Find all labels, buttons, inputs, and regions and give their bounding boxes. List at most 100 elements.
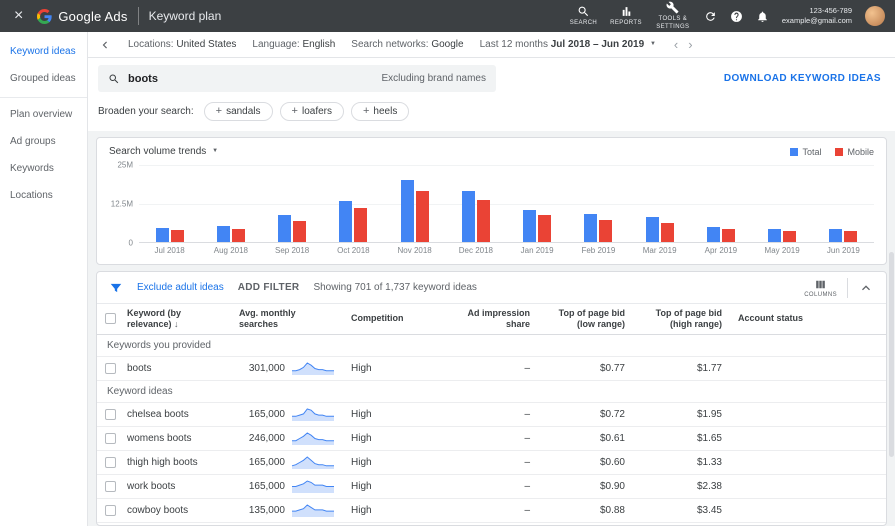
google-ads-brand[interactable]: Google Ads xyxy=(37,8,128,24)
tools-settings-nav-button[interactable]: TOOLS & SETTINGS xyxy=(655,1,691,31)
vertical-scrollbar[interactable] xyxy=(889,252,894,457)
bar-mobile-mar-2019[interactable] xyxy=(660,223,674,242)
sparkline-chart xyxy=(292,361,334,375)
next-period-icon[interactable]: › xyxy=(686,37,694,52)
reports-nav-label: REPORTS xyxy=(610,19,642,26)
filter-icon[interactable] xyxy=(109,281,123,295)
bar-total-apr-2019[interactable] xyxy=(706,227,720,242)
previous-period-icon[interactable]: ‹ xyxy=(672,37,680,52)
row-checkbox[interactable] xyxy=(105,456,116,468)
ad-impression-share-cell: – xyxy=(438,498,538,523)
bar-total-jan-2019[interactable] xyxy=(523,210,537,242)
back-icon[interactable] xyxy=(98,38,112,52)
top-of-page-bid-low-cell: $0.90 xyxy=(538,474,633,499)
top-of-page-bid-low-cell: $0.61 xyxy=(538,426,633,451)
x-tick-label: Jul 2018 xyxy=(154,246,185,255)
language-setting[interactable]: Language: English xyxy=(252,39,335,50)
chevron-up-icon[interactable] xyxy=(858,280,874,296)
row-checkbox[interactable] xyxy=(105,432,116,444)
bar-mobile-feb-2019[interactable] xyxy=(599,220,613,242)
column-header-ad-impression-share[interactable]: Ad impression share xyxy=(438,304,538,335)
brand-name: Google Ads xyxy=(58,8,128,24)
reports-nav-button[interactable]: REPORTS xyxy=(610,5,642,28)
close-icon[interactable]: × xyxy=(10,8,27,24)
checkbox-cell xyxy=(97,474,119,499)
bar-total-feb-2019[interactable] xyxy=(584,214,598,242)
bar-total-sep-2018[interactable] xyxy=(278,215,292,242)
search-nav-button[interactable]: SEARCH xyxy=(570,5,597,28)
keyword-search-input[interactable]: boots Excluding brand names xyxy=(98,65,496,92)
bar-mobile-sep-2018[interactable] xyxy=(293,221,307,242)
bar-mobile-jul-2018[interactable] xyxy=(170,230,184,242)
x-tick-label: Jun 2019 xyxy=(826,246,860,255)
legend-item-mobile[interactable]: Mobile xyxy=(835,147,874,157)
bar-mobile-jan-2019[interactable] xyxy=(538,215,552,242)
row-checkbox[interactable] xyxy=(105,504,116,516)
bar-group-feb-2019 xyxy=(568,165,629,242)
competition-cell: High xyxy=(343,402,438,427)
help-icon[interactable] xyxy=(730,10,743,23)
bar-mobile-aug-2018[interactable] xyxy=(231,229,245,242)
chart-type-dropdown[interactable]: Search volume trends ▼ xyxy=(109,146,218,157)
topbar: × Google Ads Keyword plan SEARCH REPORTS… xyxy=(0,0,895,32)
account-info[interactable]: 123-456-789 example@gmail.com xyxy=(782,6,852,26)
bar-mobile-may-2019[interactable] xyxy=(783,231,797,242)
bar-total-mar-2019[interactable] xyxy=(645,217,659,242)
legend-item-total[interactable]: Total xyxy=(790,147,821,157)
sidebar-item-grouped-ideas[interactable]: Grouped ideas xyxy=(0,65,87,92)
bar-total-may-2019[interactable] xyxy=(768,229,782,242)
broaden-search-row: Broaden your search: + sandals + loafers + he… xyxy=(98,102,885,121)
sidebar-item-keyword-ideas[interactable]: Keyword ideas xyxy=(0,38,87,65)
broaden-chip-sandals[interactable]: + sandals xyxy=(203,102,273,121)
account-status-cell xyxy=(730,450,886,475)
add-filter-button[interactable]: ADD FILTER xyxy=(238,282,300,293)
table-row-thigh-high-boots: thigh high boots 165,000 High – $0.60 $1.33 xyxy=(97,450,886,475)
row-checkbox[interactable] xyxy=(105,408,116,420)
refresh-icon[interactable] xyxy=(704,10,717,23)
broaden-chip-heels[interactable]: + heels xyxy=(350,102,410,121)
columns-button[interactable]: COLUMNS xyxy=(804,278,837,298)
notifications-bell-icon[interactable] xyxy=(756,10,769,23)
chevron-down-icon: ▼ xyxy=(649,41,656,48)
bar-total-oct-2018[interactable] xyxy=(339,201,353,242)
tools-settings-nav-label: TOOLS & SETTINGS xyxy=(656,16,690,30)
search-networks-setting[interactable]: Search networks: Google xyxy=(351,39,463,50)
column-header-account-status[interactable]: Account status xyxy=(730,304,886,335)
locations-setting[interactable]: Locations: United States xyxy=(128,39,236,50)
keyword-cell: boots xyxy=(119,356,231,381)
column-header-keyword-by-relevance[interactable]: Keyword (by relevance) ↓ xyxy=(119,304,231,335)
column-header-avg-monthly-searches[interactable]: Avg. monthly searches xyxy=(231,304,343,335)
select-all-checkbox[interactable] xyxy=(105,313,116,325)
bar-group-nov-2018 xyxy=(384,165,445,242)
bar-mobile-apr-2019[interactable] xyxy=(721,229,735,242)
date-range-dropdown[interactable]: Last 12 months Jul 2018 – Jun 2019 ▼ xyxy=(480,39,656,50)
header-checkbox-cell xyxy=(97,304,119,335)
bar-mobile-jun-2019[interactable] xyxy=(844,231,858,242)
download-keyword-ideas-button[interactable]: DOWNLOAD KEYWORD IDEAS xyxy=(724,73,885,84)
keyword-cell: womens boots xyxy=(119,426,231,451)
broaden-chip-loafers[interactable]: + loafers xyxy=(279,102,344,121)
bar-mobile-nov-2018[interactable] xyxy=(415,191,429,242)
bar-mobile-dec-2018[interactable] xyxy=(476,200,490,242)
bar-total-jul-2018[interactable] xyxy=(155,228,169,242)
bar-total-dec-2018[interactable] xyxy=(461,191,475,242)
row-checkbox[interactable] xyxy=(105,480,116,492)
bar-mobile-oct-2018[interactable] xyxy=(354,208,368,242)
sidebar-item-keywords[interactable]: Keywords xyxy=(0,155,87,182)
sidebar-item-plan-overview[interactable]: Plan overview xyxy=(0,97,87,128)
table-row-boots: boots 301,000 High – $0.77 $1.77 xyxy=(97,356,886,381)
sidebar-item-locations[interactable]: Locations xyxy=(0,182,87,209)
sidebar-item-ad-groups[interactable]: Ad groups xyxy=(0,128,87,155)
y-tick-label: 0 xyxy=(128,238,133,248)
chip-label: sandals xyxy=(226,106,261,117)
exclude-adult-ideas-link[interactable]: Exclude adult ideas xyxy=(137,282,224,293)
avatar[interactable] xyxy=(865,6,885,26)
column-header-top-of-page-bid-high-range[interactable]: Top of page bid (high range) xyxy=(633,304,730,335)
showing-count-text: Showing 701 of 1,737 keyword ideas xyxy=(313,282,477,293)
bar-total-nov-2018[interactable] xyxy=(400,180,414,242)
column-header-top-of-page-bid-low-range[interactable]: Top of page bid (low range) xyxy=(538,304,633,335)
bar-total-jun-2019[interactable] xyxy=(829,229,843,242)
column-header-competition[interactable]: Competition xyxy=(343,304,438,335)
bar-total-aug-2018[interactable] xyxy=(216,226,230,242)
row-checkbox[interactable] xyxy=(105,362,116,374)
